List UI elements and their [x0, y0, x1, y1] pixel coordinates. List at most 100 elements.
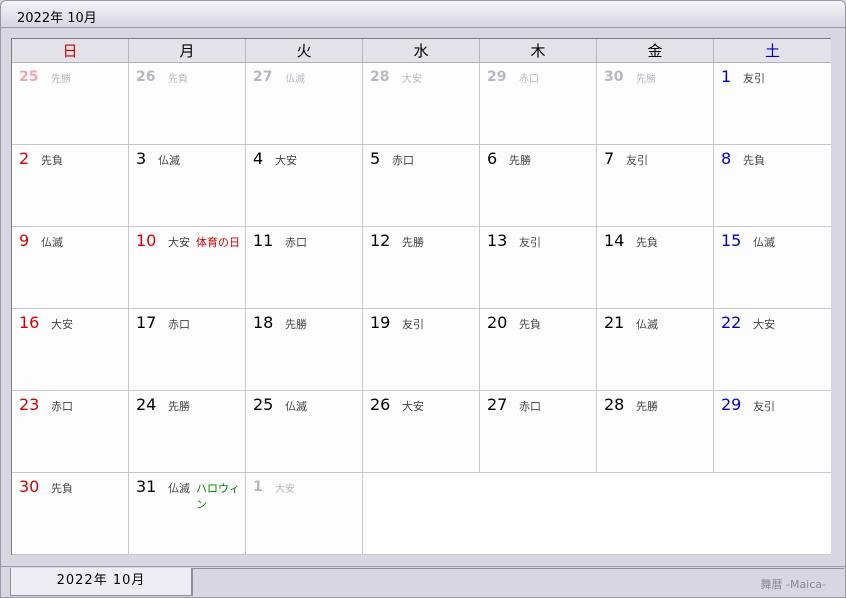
day-cell[interactable]: 21 仏滅	[597, 309, 714, 391]
day-cell[interactable]: 1 大安	[246, 473, 363, 555]
day-number: 17	[136, 313, 157, 332]
rokuyo-label: 先負	[636, 236, 658, 249]
rokuyo-label: 友引	[519, 236, 541, 249]
day-number: 27	[487, 395, 508, 414]
rokuyo-label: 友引	[402, 318, 424, 331]
day-number: 9	[19, 231, 30, 250]
day-cell[interactable]: 6 先勝	[480, 145, 597, 227]
rokuyo-label: 赤口	[285, 236, 307, 249]
window-titlebar: 2022年 10月	[0, 0, 846, 28]
day-cell[interactable]: 26 先負	[129, 63, 246, 145]
rokuyo-label: 先勝	[402, 236, 424, 249]
day-number: 25	[253, 395, 274, 414]
day-cell[interactable]: 25 仏滅	[246, 391, 363, 473]
day-cell[interactable]: 28 先勝	[597, 391, 714, 473]
day-number: 25	[19, 69, 39, 85]
weekday-header: 木	[480, 39, 597, 63]
rokuyo-label: 赤口	[51, 400, 73, 413]
day-cell[interactable]: 20 先負	[480, 309, 597, 391]
day-cell[interactable]: 3 仏滅	[129, 145, 246, 227]
day-cell[interactable]: 26 大安	[363, 391, 480, 473]
day-cell[interactable]: 29 赤口	[480, 63, 597, 145]
day-cell[interactable]: 11 赤口	[246, 227, 363, 309]
rokuyo-label: 仏滅	[285, 400, 307, 413]
day-number: 2	[19, 149, 30, 168]
rokuyo-label: 大安	[275, 484, 295, 495]
day-cell[interactable]: 31 仏滅 ハロウィン	[129, 473, 246, 555]
holiday-label: ハロウィン	[196, 482, 240, 511]
weekday-header: 月	[129, 39, 246, 63]
rokuyo-label: 大安	[402, 74, 422, 85]
day-number: 21	[604, 313, 625, 332]
day-number: 27	[253, 69, 273, 85]
day-number: 3	[136, 149, 147, 168]
weekday-header: 金	[597, 39, 714, 63]
rokuyo-label: 先負	[743, 154, 765, 167]
day-cell[interactable]: 2 先負	[12, 145, 129, 227]
rokuyo-label: 大安	[753, 318, 775, 331]
day-cell[interactable]: 4 大安	[246, 145, 363, 227]
day-cell[interactable]: 17 赤口	[129, 309, 246, 391]
day-number: 6	[487, 149, 498, 168]
day-number: 14	[604, 231, 625, 250]
rokuyo-label: 先勝	[509, 154, 531, 167]
day-cell[interactable]: 13 友引	[480, 227, 597, 309]
rokuyo-label: 仏滅	[753, 236, 775, 249]
day-cell[interactable]: 23 赤口	[12, 391, 129, 473]
empty-cell	[714, 473, 831, 555]
day-cell[interactable]: 27 赤口	[480, 391, 597, 473]
day-number: 12	[370, 231, 391, 250]
day-number: 28	[604, 395, 625, 414]
day-cell[interactable]: 19 友引	[363, 309, 480, 391]
day-number: 24	[136, 395, 157, 414]
rokuyo-label: 先勝	[51, 74, 71, 85]
day-cell[interactable]: 10 大安 体育の日	[129, 227, 246, 309]
day-cell[interactable]: 15 仏滅	[714, 227, 831, 309]
day-number: 23	[19, 395, 40, 414]
tab-current-month[interactable]: 2022年 10月	[10, 568, 192, 596]
day-cell[interactable]: 30 先勝	[597, 63, 714, 145]
day-cell[interactable]: 1 友引	[714, 63, 831, 145]
rokuyo-label: 先勝	[168, 400, 190, 413]
weekday-header: 火	[246, 39, 363, 63]
rokuyo-label: 友引	[753, 400, 775, 413]
day-cell[interactable]: 5 赤口	[363, 145, 480, 227]
day-cell[interactable]: 14 先負	[597, 227, 714, 309]
day-cell[interactable]: 29 友引	[714, 391, 831, 473]
day-cell[interactable]: 24 先勝	[129, 391, 246, 473]
rokuyo-label: 赤口	[519, 400, 541, 413]
rokuyo-label: 大安	[51, 318, 73, 331]
day-cell[interactable]: 7 友引	[597, 145, 714, 227]
day-number: 26	[370, 395, 391, 414]
empty-cell	[597, 473, 714, 555]
weekday-header: 水	[363, 39, 480, 63]
rokuyo-label: 仏滅	[41, 236, 63, 249]
day-number: 1	[721, 67, 732, 86]
day-cell[interactable]: 22 大安	[714, 309, 831, 391]
day-cell[interactable]: 27 仏滅	[246, 63, 363, 145]
day-cell[interactable]: 25 先勝	[12, 63, 129, 145]
weekday-header: 日	[12, 39, 129, 63]
day-number: 8	[721, 149, 732, 168]
day-cell[interactable]: 28 大安	[363, 63, 480, 145]
rokuyo-label: 仏滅	[168, 482, 190, 495]
rokuyo-label: 仏滅	[636, 318, 658, 331]
empty-cell	[363, 473, 480, 555]
day-number: 16	[19, 313, 40, 332]
day-number: 26	[136, 69, 156, 85]
rokuyo-label: 仏滅	[158, 154, 180, 167]
day-cell[interactable]: 30 先負	[12, 473, 129, 555]
day-cell[interactable]: 18 先勝	[246, 309, 363, 391]
day-cell[interactable]: 16 大安	[12, 309, 129, 391]
day-number: 13	[487, 231, 508, 250]
rokuyo-label: 赤口	[392, 154, 414, 167]
day-number: 28	[370, 69, 390, 85]
rokuyo-label: 先勝	[636, 400, 658, 413]
day-cell[interactable]: 12 先勝	[363, 227, 480, 309]
day-number: 7	[604, 149, 615, 168]
day-number: 31	[136, 477, 157, 496]
day-cell[interactable]: 9 仏滅	[12, 227, 129, 309]
rokuyo-label: 先勝	[285, 318, 307, 331]
day-cell[interactable]: 8 先負	[714, 145, 831, 227]
day-number: 29	[721, 395, 742, 414]
